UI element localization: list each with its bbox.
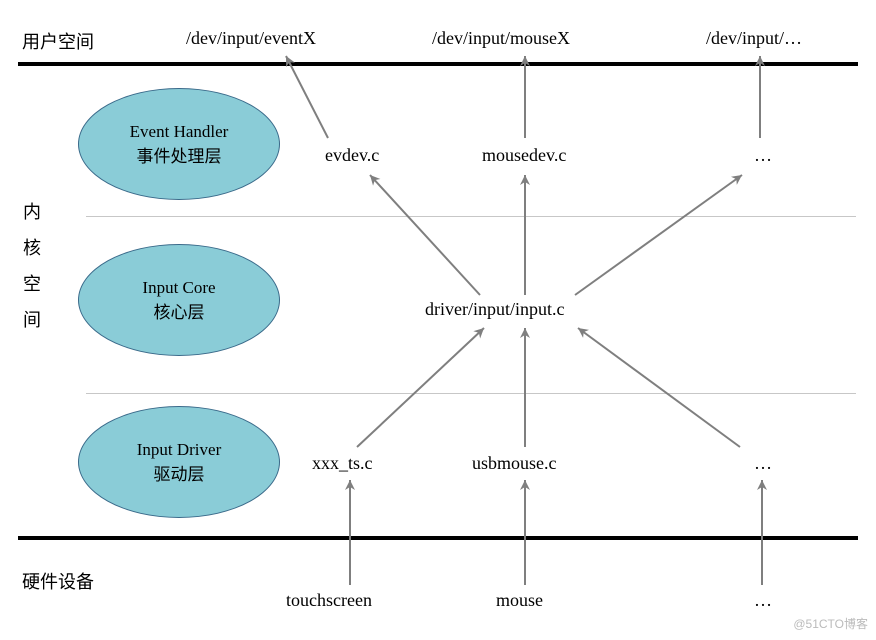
separator-top [18, 62, 858, 66]
label-mousedev: mousedev.c [482, 145, 566, 166]
ellipse-input-core-en: Input Core [142, 275, 215, 300]
separator-bottom [18, 536, 858, 540]
label-dev-more: /dev/input/… [706, 28, 802, 49]
label-hardware: 硬件设备 [22, 568, 94, 594]
ellipse-input-core: Input Core 核心层 [78, 244, 280, 356]
label-handler-more: … [754, 145, 772, 166]
label-evdev: evdev.c [325, 145, 379, 166]
label-hw-more: … [754, 590, 772, 611]
label-user-space: 用户空间 [22, 28, 94, 54]
separator-mid1 [86, 216, 856, 217]
label-touchscreen: touchscreen [286, 590, 372, 611]
label-xxx-ts: xxx_ts.c [312, 453, 373, 474]
label-dev-eventx: /dev/input/eventX [186, 28, 316, 49]
label-dev-mousex: /dev/input/mouseX [432, 28, 570, 49]
ellipse-input-driver-en: Input Driver [137, 437, 222, 462]
kernel-char-2: 核 [23, 238, 41, 258]
kernel-char-1: 内 [23, 202, 41, 222]
label-mouse: mouse [496, 590, 543, 611]
ellipse-input-core-zh: 核心层 [154, 300, 205, 325]
label-kernel-space: 内 核 空 间 [22, 194, 42, 338]
ellipse-input-driver: Input Driver 驱动层 [78, 406, 280, 518]
ellipse-event-handler-zh: 事件处理层 [137, 144, 222, 169]
kernel-char-3: 空 [23, 274, 41, 294]
label-driver-more: … [754, 453, 772, 474]
watermark: @51CTO博客 [793, 615, 868, 632]
label-input-c: driver/input/input.c [425, 299, 564, 320]
label-usbmouse: usbmouse.c [472, 453, 557, 474]
ellipse-event-handler-en: Event Handler [130, 119, 229, 144]
ellipse-event-handler: Event Handler 事件处理层 [78, 88, 280, 200]
kernel-char-4: 间 [23, 310, 41, 330]
separator-mid2 [86, 393, 856, 394]
ellipse-input-driver-zh: 驱动层 [154, 462, 205, 487]
